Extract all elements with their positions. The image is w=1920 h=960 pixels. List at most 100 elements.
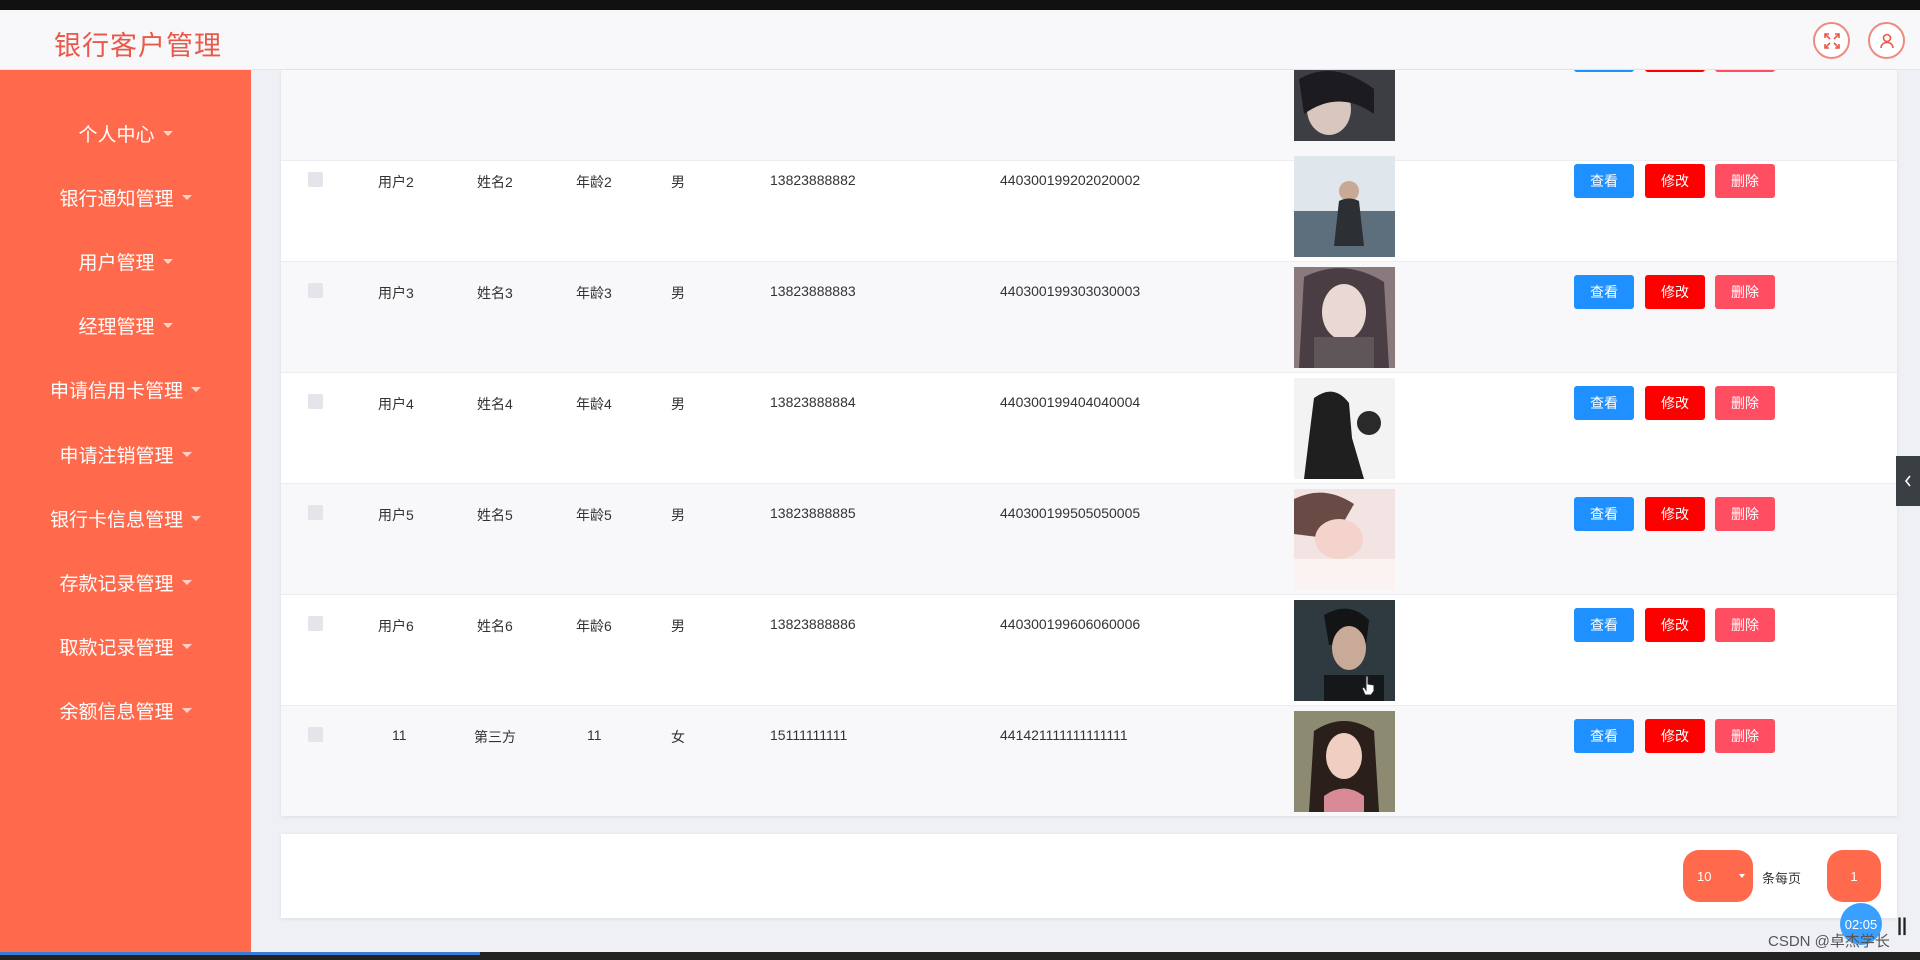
age-cell: 年龄4 [576, 396, 612, 412]
view-button[interactable]: 查看 [1574, 608, 1634, 642]
sidebar: 个人中心 银行通知管理 用户管理 经理管理 申请信用卡管理 申请注销管理 银行卡… [0, 70, 251, 952]
fullscreen-button[interactable] [1813, 22, 1850, 59]
row-checkbox[interactable] [308, 283, 323, 298]
fullscreen-icon [1823, 32, 1840, 49]
view-button[interactable]: 查看 [1574, 164, 1634, 198]
user-menu-button[interactable] [1868, 22, 1905, 59]
edit-button[interactable]: 修改 [1645, 164, 1705, 198]
sidebar-item-label: 取款记录管理 [59, 637, 174, 659]
delete-button-label: 删除 [1731, 728, 1759, 744]
page-size-select[interactable]: 10 [1683, 850, 1753, 902]
page-number-button[interactable]: 1 [1827, 850, 1881, 902]
view-button[interactable]: 查看 [1574, 275, 1634, 309]
sidebar-item-users[interactable]: 用户管理 [0, 241, 251, 281]
view-button-label: 查看 [1590, 506, 1618, 522]
edit-button[interactable] [1645, 70, 1705, 72]
row-checkbox[interactable] [308, 172, 323, 187]
sidebar-item-cancellation-applications[interactable]: 申请注销管理 [0, 434, 251, 474]
gender-cell: 男 [671, 507, 685, 523]
delete-button[interactable]: 删除 [1715, 608, 1775, 642]
sidebar-item-balance-info[interactable]: 余额信息管理 [0, 690, 251, 730]
chevron-down-icon [1739, 874, 1745, 878]
delete-button-label: 删除 [1731, 395, 1759, 411]
edit-button[interactable]: 修改 [1645, 608, 1705, 642]
table-row: 用户5 姓名5 年龄5 男 13823888885 44030019950505… [281, 484, 1897, 595]
age-cell: 年龄2 [576, 174, 612, 190]
id-number-cell: 440300199202020002 [1000, 172, 1141, 188]
per-page-label: 条每页 [1762, 871, 1802, 886]
chevron-down-icon [181, 579, 192, 585]
app-title: 银行客户管理 [54, 31, 222, 61]
delete-button[interactable]: 删除 [1715, 719, 1775, 753]
chevron-down-icon [181, 194, 192, 200]
view-button[interactable]: 查看 [1574, 386, 1634, 420]
sidebar-item-bank-card-info[interactable]: 银行卡信息管理 [0, 498, 251, 538]
table-row: 用户3 姓名3 年龄3 男 13823888883 44030019930303… [281, 262, 1897, 373]
account-cell: 用户4 [378, 396, 414, 412]
id-number-cell: 441421111111111111 [1000, 727, 1128, 743]
id-number-cell: 440300199606060006 [1000, 616, 1141, 632]
table-row: 用户2 姓名2 年龄2 男 13823888882 44030019920202… [281, 151, 1897, 262]
video-progress-bar[interactable] [0, 952, 1920, 960]
view-button-label: 查看 [1590, 617, 1618, 633]
edit-button[interactable]: 修改 [1645, 719, 1705, 753]
user-table: 用户2 姓名2 年龄2 男 13823888882 44030019920202… [281, 70, 1897, 816]
edit-button[interactable]: 修改 [1645, 386, 1705, 420]
user-photo [1294, 711, 1395, 812]
phone-cell: 13823888882 [770, 172, 856, 188]
sidebar-item-label: 银行通知管理 [59, 188, 174, 210]
phone-cell: 15111111111 [770, 727, 848, 743]
row-checkbox[interactable] [308, 505, 323, 520]
sidebar-item-bank-notice[interactable]: 银行通知管理 [0, 177, 251, 217]
sidebar-item-credit-card-applications[interactable]: 申请信用卡管理 [0, 369, 251, 409]
app-window: 银行客户管理 个人中心 银行通知管理 用户管理 经理管理 申请信用卡管理 申请注… [0, 10, 1920, 952]
edit-button[interactable]: 修改 [1645, 497, 1705, 531]
account-cell: 用户5 [378, 507, 414, 523]
delete-button-label: 删除 [1731, 173, 1759, 189]
sidebar-item-label: 银行卡信息管理 [49, 509, 183, 531]
user-photo [1294, 378, 1395, 479]
view-button[interactable]: 查看 [1574, 719, 1634, 753]
delete-button[interactable]: 删除 [1715, 164, 1775, 198]
account-cell: 用户3 [378, 285, 414, 301]
chevron-left-icon [1904, 475, 1911, 487]
sidebar-item-label: 经理管理 [78, 316, 155, 338]
sidebar-item-managers[interactable]: 经理管理 [0, 305, 251, 345]
view-button[interactable]: 查看 [1574, 497, 1634, 531]
chevron-down-icon [191, 515, 201, 521]
delete-button[interactable] [1715, 70, 1775, 72]
progress-fill [0, 952, 480, 955]
sidebar-item-deposit-records[interactable]: 存款记录管理 [0, 562, 251, 602]
sidebar-item-label: 申请注销管理 [59, 445, 174, 467]
pagination: 10 条每页 1 [281, 834, 1897, 918]
edit-button[interactable]: 修改 [1645, 275, 1705, 309]
cursor-icon [1361, 675, 1375, 696]
table-row: 用户4 姓名4 年龄4 男 13823888884 44030019940404… [281, 373, 1897, 484]
delete-button[interactable]: 删除 [1715, 275, 1775, 309]
sidebar-item-withdrawal-records[interactable]: 取款记录管理 [0, 626, 251, 666]
chevron-down-icon [162, 322, 173, 328]
row-checkbox[interactable] [308, 727, 323, 742]
sidebar-item-personal-center[interactable]: 个人中心 [0, 113, 251, 153]
page-size-value: 10 [1697, 868, 1712, 884]
view-button-label: 查看 [1590, 284, 1618, 300]
name-cell: 姓名5 [477, 507, 513, 523]
phone-cell: 13823888883 [770, 283, 856, 299]
chevron-down-icon [181, 451, 192, 457]
collapse-panel-button[interactable] [1896, 456, 1920, 506]
delete-button[interactable]: 删除 [1715, 386, 1775, 420]
watermark: CSDN @卓杰学长 [1768, 933, 1890, 950]
user-photo [1294, 267, 1395, 368]
edit-button-label: 修改 [1661, 728, 1689, 744]
delete-button-label: 删除 [1731, 284, 1759, 300]
row-checkbox[interactable] [308, 394, 323, 409]
delete-button-label: 删除 [1731, 506, 1759, 522]
view-button[interactable] [1574, 70, 1634, 72]
delete-button[interactable]: 删除 [1715, 497, 1775, 531]
name-cell: 姓名2 [477, 174, 513, 190]
pause-icon[interactable]: || [1897, 915, 1907, 936]
row-checkbox[interactable] [308, 616, 323, 631]
table-row: 11 第三方 11 女 15111111111 4414211111111111… [281, 706, 1897, 816]
table-row [281, 70, 1897, 161]
gender-cell: 男 [671, 618, 685, 634]
